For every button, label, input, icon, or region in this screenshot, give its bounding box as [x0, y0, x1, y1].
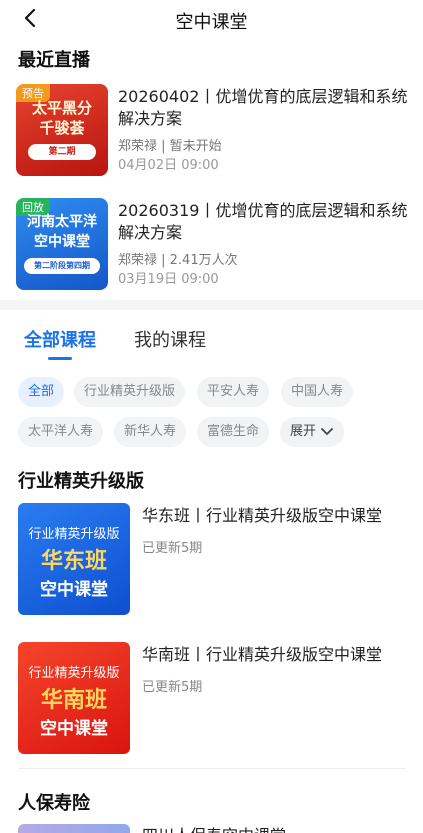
tab-my-courses[interactable]: 我的课程 [134, 326, 206, 352]
thumb-line2: 空中课堂 [34, 234, 90, 250]
expand-button[interactable]: 展开 [280, 417, 345, 447]
thumb-line1: 太平黑分 [31, 99, 92, 117]
live-thumbnail: 回放 河南太平洋 空中课堂 第二阶段第四期 [16, 198, 108, 290]
course-thumb-top: 行业精英升级版 [28, 527, 120, 542]
page-title: 空中课堂 [175, 12, 248, 33]
section-title: 人保寿险 [18, 793, 90, 814]
course-title: 华东班丨行业精英升级版空中课堂 [142, 506, 383, 525]
live-title: 20260319丨优增优育的底层逻辑和系统解决方案 [118, 201, 408, 242]
section-title: 行业精英升级版 [18, 471, 144, 492]
expand-label: 展开 [290, 424, 317, 439]
live-meta: 郑荣禄 | 暂未开始 [118, 139, 222, 154]
live-item[interactable]: 回放 河南太平洋 空中课堂 第二阶段第四期 20260319丨优增优育的底层逻辑… [16, 198, 411, 290]
course-thumb-bottom: 空中课堂 [40, 580, 108, 600]
live-date: 03月19日 09:00 [118, 272, 219, 287]
course-thumb-main: 华东班 [40, 549, 107, 574]
filter-chip[interactable]: 中国人寿 [281, 377, 354, 407]
filter-chip-all[interactable]: 全部 [18, 377, 65, 407]
course-thumbnail: 行业精英升级版 华东班 空中课堂 [18, 503, 130, 615]
course-thumbnail: 行业精英升级版 华南班 空中课堂 [18, 642, 130, 754]
live-item[interactable]: 预告 太平黑分 千骏荟 第二期 20260402丨优增优育的底层逻辑和系统解决方… [16, 84, 411, 176]
course-thumb-main: 华南班 [40, 688, 107, 713]
course-card[interactable]: 行业精英升级版 华南班 空中课堂 华南班丨行业精英升级版空中课堂 已更新5期 [18, 642, 408, 754]
course-meta: 已更新5期 [142, 541, 203, 556]
thumb-line2: 千骏荟 [39, 119, 85, 137]
live-title: 20260402丨优增优育的底层逻辑和系统解决方案 [118, 87, 408, 128]
filter-chip[interactable]: 平安人寿 [197, 377, 270, 407]
course-thumb-top: 行业精英升级版 [28, 666, 120, 681]
live-thumbnail: 预告 太平黑分 千骏荟 第二期 [16, 84, 108, 176]
filter-chip[interactable]: 富德生命 [197, 417, 270, 447]
course-title: 华南班丨行业精英升级版空中课堂 [142, 645, 383, 664]
top-bar: 空中课堂 [0, 0, 423, 40]
course-thumb-bottom: 空中课堂 [40, 719, 108, 739]
section-divider [0, 300, 423, 310]
filter-chip[interactable]: 新华人寿 [114, 417, 187, 447]
thumb-line1: 河南太平洋 [27, 214, 97, 230]
live-date: 04月02日 09:00 [118, 158, 219, 173]
tab-all-courses[interactable]: 全部课程 [24, 326, 96, 352]
live-meta: 郑荣禄 | 2.41万人次 [118, 253, 238, 268]
course-title[interactable]: 四川人保寿空中课堂 [142, 822, 286, 833]
thumb-pill: 第二阶段第四期 [24, 258, 100, 274]
course-thumbnail[interactable] [18, 824, 130, 833]
active-tab-indicator [48, 357, 72, 360]
chevron-down-icon [321, 427, 333, 435]
course-tabs: 全部课程 我的课程 [0, 320, 423, 364]
divider [18, 768, 406, 769]
filter-chip[interactable]: 太平洋人寿 [18, 417, 104, 447]
course-card[interactable]: 行业精英升级版 华东班 空中课堂 华东班丨行业精英升级版空中课堂 已更新5期 [18, 503, 408, 615]
thumb-pill: 第二期 [28, 144, 96, 160]
filter-chip[interactable]: 行业精英升级版 [74, 377, 186, 407]
recent-live-title: 最近直播 [18, 50, 90, 71]
course-meta: 已更新5期 [142, 680, 203, 695]
